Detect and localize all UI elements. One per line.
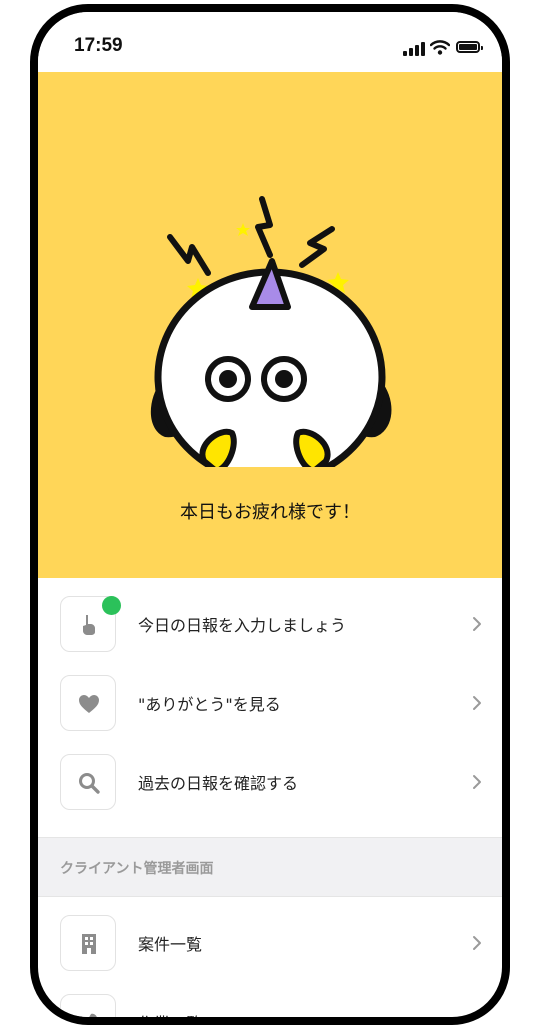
menu-icon-box — [60, 915, 116, 971]
pointing-hand-icon — [83, 615, 95, 635]
section-header-client-admin: クライアント管理者画面 — [38, 837, 502, 897]
hero-banner: 本日もお疲れ様です！ — [38, 72, 502, 578]
search-icon — [79, 773, 100, 794]
building-icon — [82, 934, 96, 954]
menu-item-task-list[interactable]: 作業一覧 — [38, 976, 502, 1025]
menu-item-past-reports[interactable]: 過去の日報を確認する — [38, 736, 502, 815]
mascot-illustration — [150, 196, 392, 467]
menu-icon-box — [60, 675, 116, 731]
menu-item-view-thanks[interactable]: "ありがとう"を見る — [38, 657, 502, 736]
wifi-icon — [430, 40, 450, 55]
heart-icon — [79, 695, 99, 713]
menu-item-label: 案件一覧 — [138, 935, 203, 954]
menu-item-daily-report-input[interactable]: 今日の日報を入力しましょう — [38, 578, 502, 657]
tool-icon — [89, 1013, 97, 1017]
chevron-right-icon — [473, 936, 481, 950]
menu-item-label: "ありがとう"を見る — [138, 695, 281, 714]
menu-icon-box — [60, 994, 116, 1017]
menu-item-label: 作業一覧 — [138, 1014, 203, 1025]
menu-item-label: 過去の日報を確認する — [138, 774, 299, 793]
main-menu: 今日の日報を入力しましょう "ありがとう"を見る 過去の日報を確認する — [38, 578, 502, 815]
chevron-right-icon — [473, 1015, 477, 1017]
status-bar: 17:59 — [38, 12, 502, 72]
menu-item-project-list[interactable]: 案件一覧 — [38, 897, 502, 976]
admin-menu: 案件一覧 作業一覧 — [38, 897, 502, 1025]
greeting-text: 本日もお疲れ様です！ — [180, 502, 360, 523]
signal-icon — [403, 42, 425, 56]
notification-badge — [102, 596, 121, 615]
section-title: クライアント管理者画面 — [60, 861, 214, 877]
chevron-right-icon — [473, 775, 481, 789]
chevron-right-icon — [473, 617, 481, 631]
menu-item-label: 今日の日報を入力しましょう — [138, 616, 347, 635]
status-time: 17:59 — [74, 35, 123, 56]
chevron-right-icon — [473, 696, 481, 710]
menu-icon-box — [60, 754, 116, 810]
battery-icon — [456, 41, 483, 53]
phone-frame: 17:59 本日もお疲れ様です！ 今日の日報を入力しましょう "ありがとう"を見… — [30, 4, 510, 1025]
